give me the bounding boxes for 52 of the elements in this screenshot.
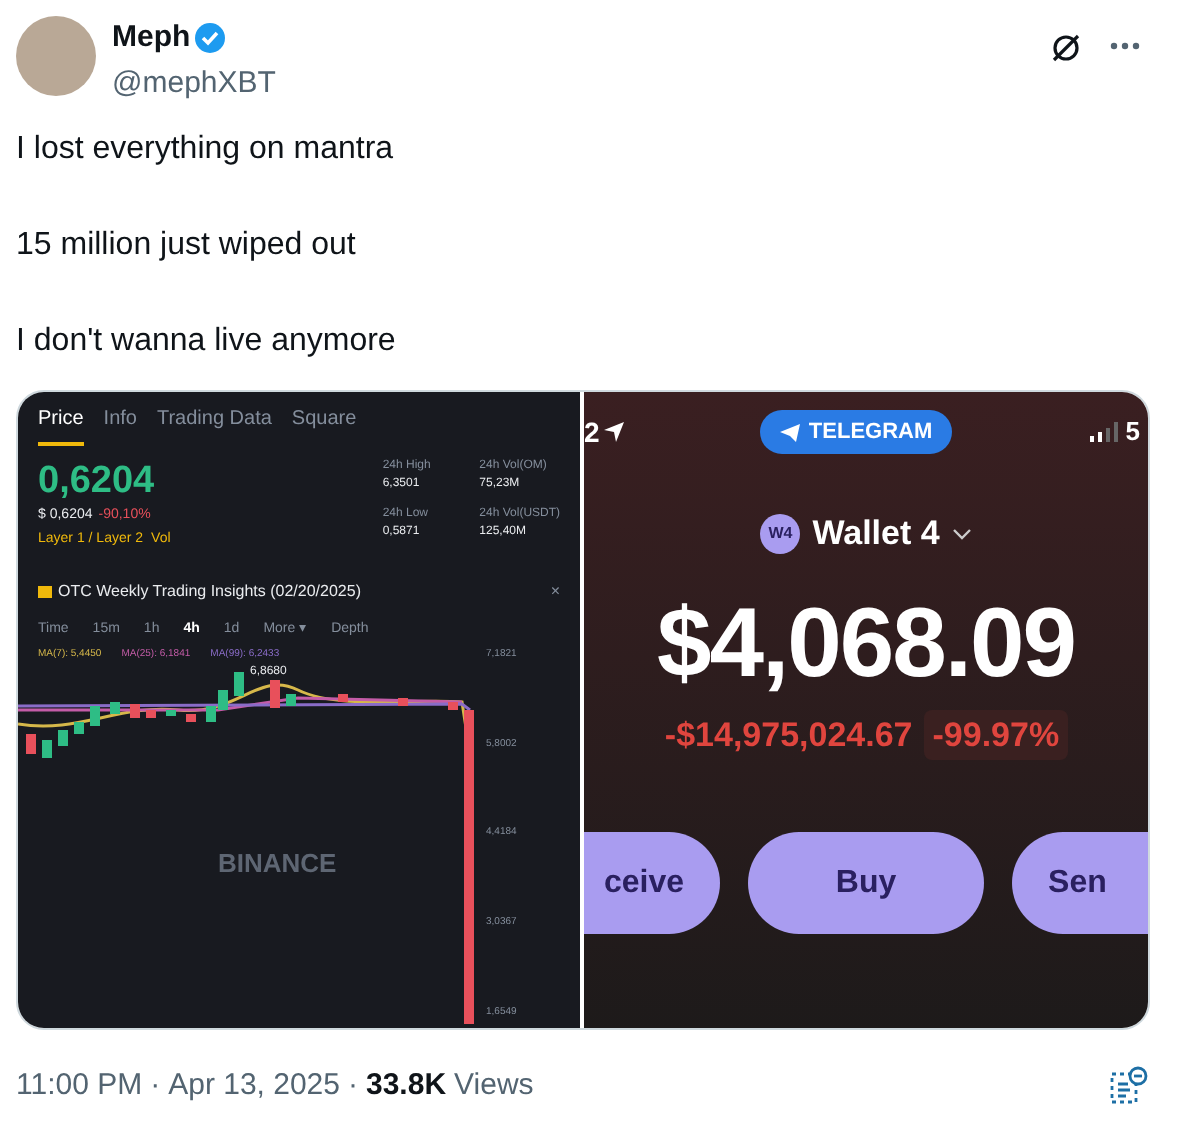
candle	[26, 733, 36, 754]
candle	[398, 697, 408, 706]
telegram-badge[interactable]: TELEGRAM	[760, 409, 953, 455]
action-button[interactable]: ceive	[584, 832, 721, 934]
candle	[286, 693, 296, 706]
change-percent: -99.97%	[924, 709, 1068, 760]
location-arrow-icon	[603, 422, 624, 442]
close-icon[interactable]: ×	[550, 579, 561, 604]
more-icon[interactable]	[1110, 42, 1140, 50]
candle	[234, 671, 244, 696]
candle	[74, 721, 84, 734]
separator-dot: ·	[150, 1066, 161, 1106]
paper-plane-icon	[780, 423, 801, 441]
candle	[146, 709, 156, 718]
tweet-time[interactable]: 11:00 PM	[16, 1064, 143, 1109]
change-amount: -$14,975,024.67	[664, 713, 913, 757]
candle	[186, 713, 196, 722]
banner-text[interactable]: OTC Weekly Trading Insights (02/20/2025)	[58, 579, 361, 604]
candle	[42, 739, 52, 758]
wallet-name[interactable]: Wallet 4	[812, 508, 940, 559]
tweet-text: I lost everything on mantra	[16, 130, 396, 168]
candle	[338, 693, 348, 702]
candle	[448, 701, 458, 710]
network-label: 5	[1125, 414, 1140, 451]
tab[interactable]: Info	[103, 404, 137, 446]
tab[interactable]: Trading Data	[156, 404, 272, 446]
tweet-text: I don't wanna live anymore	[16, 322, 398, 360]
balance: $4,068.09	[655, 595, 1078, 693]
views-label: Views	[454, 1066, 534, 1106]
tweet-text: 15 million just wiped out	[16, 226, 358, 264]
action-button[interactable]: Sen	[1012, 832, 1148, 934]
chart-watermark: BINANCE	[218, 845, 337, 882]
author-name[interactable]: Meph	[112, 16, 191, 61]
author-handle[interactable]: @mephXBT	[112, 61, 276, 106]
candle	[58, 729, 68, 746]
candle	[130, 703, 140, 718]
views-count: 33.8K	[366, 1066, 447, 1106]
signal-icon	[1089, 422, 1118, 442]
candle	[166, 709, 176, 716]
separator-dot: ·	[348, 1066, 358, 1106]
candle	[270, 679, 280, 708]
tweet-date[interactable]: Apr 13, 2025	[168, 1064, 340, 1109]
wallet-badge: W4	[760, 513, 801, 554]
notes-icon[interactable]	[1108, 1066, 1148, 1107]
status-time: 2	[584, 413, 600, 451]
action-button[interactable]: Buy	[748, 832, 985, 934]
tab[interactable]: Square	[291, 404, 357, 446]
price: 0,6204	[38, 458, 157, 506]
candle	[110, 701, 120, 714]
tab[interactable]: Price	[38, 404, 84, 446]
candle	[90, 705, 100, 726]
chevron-down-icon[interactable]	[951, 527, 972, 540]
